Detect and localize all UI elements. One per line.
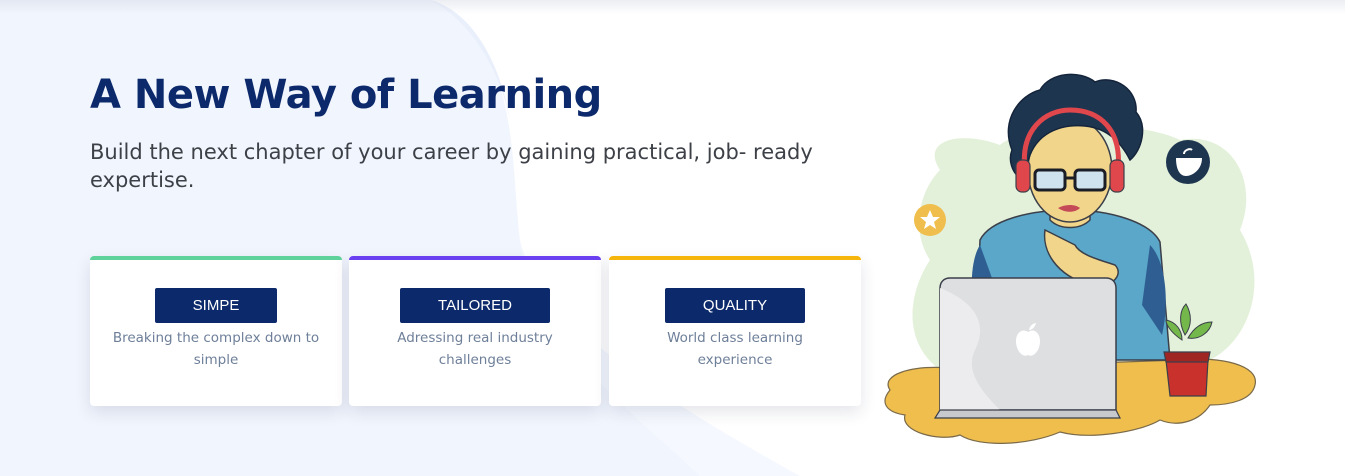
card-badge[interactable]: TAILORED — [400, 288, 550, 323]
card-accent-bar — [609, 256, 861, 260]
hero-subtitle: Build the next chapter of your career by… — [90, 140, 813, 192]
card-badge[interactable]: SIMPE — [154, 288, 278, 323]
card-accent-bar — [90, 256, 342, 260]
feature-card-simple: SIMPE Breaking the complex down to simpl… — [90, 256, 342, 406]
hero-title: A New Way of Learning — [90, 72, 602, 118]
star-icon — [914, 204, 946, 236]
feature-card-tailored: TAILORED Adressing real industry challen… — [349, 256, 601, 406]
top-header-shadow — [0, 0, 1345, 14]
card-badge[interactable]: QUALITY — [664, 288, 806, 323]
card-description: World class learning experience — [667, 330, 803, 368]
feature-card-quality: QUALITY World class learning experience — [609, 256, 861, 406]
woman-with-laptop-illustration — [884, 73, 1256, 444]
card-accent-bar — [349, 256, 601, 260]
card-description: Breaking the complex down to simple — [112, 330, 320, 368]
card-description: Adressing real industry challenges — [397, 330, 553, 368]
chat-bubble-icon — [1166, 140, 1210, 184]
